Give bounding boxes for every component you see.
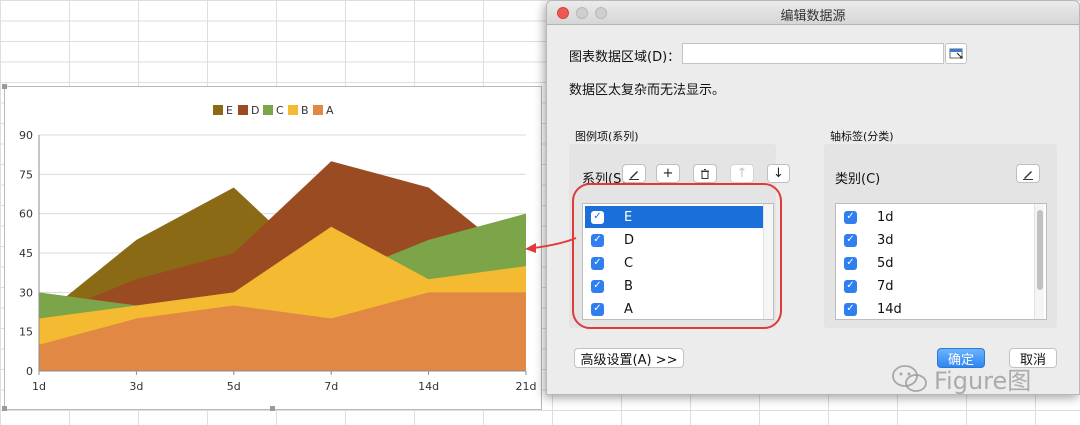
x-tick-label: 14d [418, 380, 439, 393]
move-down-button[interactable]: ↓ [767, 164, 790, 183]
x-tick-label: 7d [324, 380, 338, 393]
category-item[interactable]: ✓ 1d [838, 206, 1032, 228]
scroll-thumb[interactable] [1037, 210, 1043, 290]
move-up-button[interactable]: ↑ [730, 164, 754, 183]
range-select-icon [949, 48, 963, 59]
legend-swatch-E [213, 105, 223, 115]
y-tick-label: 45 [19, 247, 33, 260]
edit-series-button[interactable] [622, 164, 646, 183]
checkbox[interactable]: ✓ [844, 256, 857, 270]
arrow-up-icon: ↑ [736, 166, 748, 181]
legend-label-C: C [276, 104, 284, 117]
highlight-annotation [572, 183, 782, 329]
edit-icon [629, 170, 639, 180]
title-bar: 编辑数据源 [547, 1, 1079, 25]
legend-label-B: B [301, 104, 309, 117]
category-item-label: 3d [877, 232, 894, 248]
complex-range-message: 数据区太复杂而无法显示。 [569, 83, 726, 98]
watermark-text: Figure图 [934, 367, 1032, 395]
category-item-label: 7d [877, 278, 894, 294]
resize-handle[interactable] [270, 406, 275, 411]
category-item[interactable]: ✓ 7d [838, 275, 1032, 297]
axis-panel-heading: 轴标签(分类) [830, 130, 894, 143]
range-input[interactable] [682, 43, 944, 64]
y-tick-label: 30 [19, 286, 33, 299]
range-label: 图表数据区域(D)： [569, 50, 681, 65]
legend-swatch-A [313, 105, 323, 115]
advanced-settings-button[interactable]: 高级设置(A) >> [574, 348, 684, 368]
y-tick-label: 90 [19, 129, 33, 142]
range-select-button[interactable] [945, 43, 967, 64]
category-item-label: 14d [877, 301, 902, 317]
dialog-title: 编辑数据源 [780, 9, 846, 24]
checkbox[interactable]: ✓ [844, 233, 857, 247]
legend-label-A: A [326, 104, 334, 117]
resize-handle[interactable] [2, 84, 7, 89]
axis-labels-panel: 类别(C) ✓ 1d ✓ 3d ✓ 5d ✓ 7d ✓ 14d [824, 144, 1057, 328]
delete-series-button[interactable] [693, 164, 717, 183]
plus-icon: + [662, 166, 674, 181]
x-tick-label: 1d [32, 380, 46, 393]
annotation-arrow [525, 237, 577, 253]
edit-icon [1023, 170, 1033, 180]
category-item[interactable]: ✓ 5d [838, 252, 1032, 274]
x-tick-label: 21d [516, 380, 537, 393]
resize-handle[interactable] [2, 406, 7, 411]
legend-panel-heading: 图例项(系列) [575, 130, 639, 143]
wechat-icon [892, 364, 927, 392]
legend-label-E: E [226, 104, 233, 117]
category-item[interactable]: ✓ 14d [838, 298, 1032, 319]
legend-swatch-C [263, 105, 273, 115]
checkbox[interactable]: ✓ [844, 279, 857, 293]
y-tick-label: 15 [19, 326, 33, 339]
edit-categories-button[interactable] [1016, 164, 1040, 183]
y-tick-label: 60 [19, 208, 33, 221]
category-item-label: 5d [877, 255, 894, 271]
checkbox[interactable]: ✓ [844, 302, 857, 316]
x-tick-label: 5d [227, 380, 241, 393]
y-tick-label: 0 [26, 365, 33, 378]
watermark: Figure图 [890, 361, 1031, 396]
add-series-button[interactable]: + [656, 164, 680, 183]
y-tick-label: 75 [19, 168, 33, 181]
category-label: 类别(C) [835, 172, 881, 187]
legend-label-D: D [251, 104, 259, 117]
arrow-down-icon: ↓ [773, 166, 784, 181]
legend-swatch-B [288, 105, 298, 115]
legend-swatch-D [238, 105, 248, 115]
category-item-label: 1d [877, 209, 894, 225]
trash-icon [701, 168, 709, 179]
chart-area[interactable]: 0 15 30 45 60 75 90 1d 3d 5d 7d 14d 21d E D C B A [4, 86, 542, 410]
category-list[interactable]: ✓ 1d ✓ 3d ✓ 5d ✓ 7d ✓ 14d [835, 203, 1047, 320]
category-item[interactable]: ✓ 3d [838, 229, 1032, 251]
category-list-scrollbar[interactable] [1034, 204, 1044, 319]
checkbox[interactable]: ✓ [844, 210, 857, 224]
x-tick-label: 3d [129, 380, 143, 393]
area-chart: 0 15 30 45 60 75 90 1d 3d 5d 7d 14d 21d E D C B A [19, 104, 537, 393]
